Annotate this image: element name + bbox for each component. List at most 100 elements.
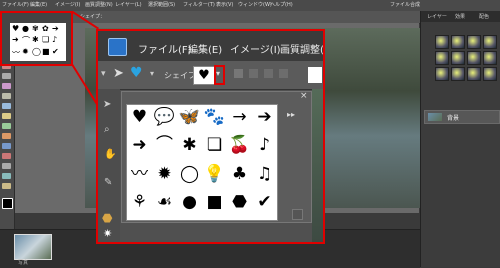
shape-square-frame-icon[interactable]: ■ [202, 190, 227, 215]
mini-arrow2-icon: ➜ [12, 35, 19, 44]
color-chip[interactable] [308, 67, 322, 83]
color-swatch-icon[interactable] [2, 198, 13, 209]
effect-swatch[interactable] [483, 35, 497, 49]
shape-notes-icon[interactable]: ♫ [252, 162, 277, 187]
effect-swatch[interactable] [451, 35, 465, 49]
move-tool-zoom-icon[interactable]: ➤ [103, 99, 111, 110]
menu-filter[interactable]: フィルター(T) [183, 1, 215, 8]
tab-effects[interactable]: 効果 [455, 13, 465, 20]
heart-tool-icon[interactable]: ♥ [130, 65, 143, 81]
menu-edit[interactable]: 編集(E) [30, 1, 47, 8]
clone-tool-icon[interactable] [2, 183, 11, 189]
layer-name: 背景 [447, 115, 460, 122]
shape-tool-icon[interactable] [2, 143, 11, 149]
right-panel-tabs: レイヤー 効果 配色 [421, 11, 500, 22]
shape-grass-icon[interactable]: 〰 [127, 162, 152, 187]
shape-octagon-icon[interactable]: ⬣ [227, 190, 252, 215]
shape-splat-icon[interactable]: ✱ [177, 133, 202, 158]
zoom-menu-image[interactable]: イメージ(I) [230, 41, 281, 56]
effect-swatch[interactable] [451, 51, 465, 65]
shape-speech-bubble-icon[interactable]: 💬 [152, 105, 177, 130]
shape-club-icon[interactable]: ♣ [227, 162, 252, 187]
wand-tool-icon[interactable] [2, 93, 11, 99]
text-tool-icon[interactable] [2, 103, 11, 109]
shape-arrow-thin-icon[interactable]: → [227, 105, 252, 130]
zoom-menubar: ファイル(F) 編集(E) イメージ(I) 画質調整(N [98, 31, 323, 61]
combine-new-icon[interactable] [234, 69, 243, 78]
crop-tool-icon[interactable] [2, 113, 11, 119]
combine-intersect-icon[interactable] [279, 69, 288, 78]
mini-burst-icon: ✱ [32, 35, 39, 44]
cursor-arrow-icon[interactable]: ➤ [113, 66, 124, 81]
tab-colors[interactable]: 配色 [479, 13, 489, 20]
shape-ornament-icon[interactable]: ☙ [152, 190, 177, 215]
shape-tool-zoom-icon[interactable]: ⬣ [102, 211, 112, 225]
menu-window[interactable]: ウィンドウ(W) [238, 1, 272, 8]
shape-frame-icon[interactable]: ❏ [202, 133, 227, 158]
tool-menu-arrow-icon[interactable]: ▾ [101, 69, 106, 79]
photo-bin-thumb-label: 写真 [18, 260, 29, 266]
shape-dropdown-arrow-icon[interactable]: ▾ [216, 69, 220, 78]
shape-check-icon[interactable]: ✔ [252, 190, 277, 215]
shape-bulb-icon[interactable]: 💡 [202, 162, 227, 187]
marquee-tool-icon[interactable] [2, 73, 11, 79]
shape-note-icon[interactable]: ♪ [252, 133, 277, 158]
zoom-menu-edit[interactable]: 編集(E) [188, 41, 222, 56]
shape-preview-icon[interactable]: ♥ [193, 66, 215, 85]
menu-layer[interactable]: レイヤー(L) [115, 1, 142, 8]
menu-adjust[interactable]: 画質調整(N) [85, 1, 113, 8]
tab-layers[interactable]: レイヤー [427, 13, 447, 20]
shape-arrow-bold-icon[interactable]: ➔ [252, 105, 277, 130]
layer-row-background[interactable]: 背景 [424, 110, 500, 124]
combine-subtract-icon[interactable] [264, 69, 273, 78]
mini-circle-icon: ◯ [32, 47, 41, 56]
heart-dropdown-icon[interactable]: ▾ [150, 69, 154, 78]
zoom-menu-adjust[interactable]: 画質調整(N [280, 41, 323, 56]
effect-swatch[interactable] [435, 35, 449, 49]
effect-swatch[interactable] [483, 67, 497, 81]
effect-swatch[interactable] [435, 51, 449, 65]
picker-close-icon[interactable]: × [300, 91, 308, 101]
zoom-menu-file[interactable]: ファイル(F) [138, 41, 192, 56]
mini-heart-icon: ♥ [12, 24, 20, 33]
effect-swatch[interactable] [467, 67, 481, 81]
zoom-callout: ファイル(F) 編集(E) イメージ(I) 画質調整(N ▾ ➤ ♥ ▾ シェイ… [96, 29, 325, 244]
lasso-tool-icon[interactable] [2, 83, 11, 89]
sparkle-tool-zoom-icon[interactable]: ✷ [103, 227, 112, 240]
menu-image[interactable]: イメージ(I) [55, 1, 80, 8]
menu-file[interactable]: ファイル(F) [2, 1, 29, 8]
zoom-options-bar: ▾ ➤ ♥ ▾ シェイプ： ♥ ▾ [98, 61, 323, 90]
effect-swatch[interactable] [467, 51, 481, 65]
combine-add-icon[interactable] [249, 69, 258, 78]
zoom-tool-zoom-icon[interactable]: ⌕ [104, 124, 110, 135]
effect-swatch[interactable] [467, 35, 481, 49]
shape-arrow-block-icon[interactable]: ➜ [127, 133, 152, 158]
right-panel [420, 11, 500, 267]
shape-butterfly-icon[interactable]: 🦋 [177, 105, 202, 130]
shape-burst-icon[interactable]: ✹ [152, 162, 177, 187]
shape-circle-icon[interactable]: ◯ [177, 162, 202, 187]
brush-tool-zoom-icon[interactable]: ✎ [104, 177, 112, 188]
shape-flower-icon[interactable]: ⚘ [127, 190, 152, 215]
shape-heart-icon[interactable]: ♥ [127, 105, 152, 130]
hand-tool-zoom-icon[interactable]: ✋ [104, 149, 116, 160]
sponge-tool-icon[interactable] [2, 173, 11, 179]
shape-dot-icon[interactable]: ● [177, 190, 202, 215]
mini-butterfly-icon: ✾ [32, 24, 39, 33]
shape-cherry-icon[interactable]: 🍒 [227, 133, 252, 158]
menu-select[interactable]: 選択範囲(S) [148, 1, 175, 8]
shape-banner-icon[interactable]: ⌒ [152, 133, 177, 158]
eraser-tool-icon[interactable] [2, 133, 11, 139]
gradient-tool-icon[interactable] [2, 163, 11, 169]
brush-tool-icon[interactable] [2, 123, 11, 129]
shape-paw-icon[interactable]: 🐾 [202, 105, 227, 130]
effect-swatch[interactable] [451, 67, 465, 81]
bucket-tool-icon[interactable] [2, 153, 11, 159]
picker-menu-icon[interactable]: ▸▸ [287, 110, 295, 119]
menu-view[interactable]: 表示(V) [216, 1, 233, 8]
menu-help[interactable]: ヘルプ(H) [270, 1, 293, 8]
photo-bin-thumbnail[interactable] [14, 234, 52, 260]
effect-swatch[interactable] [483, 51, 497, 65]
picker-resize-handle[interactable] [292, 209, 303, 220]
effect-swatch[interactable] [435, 67, 449, 81]
